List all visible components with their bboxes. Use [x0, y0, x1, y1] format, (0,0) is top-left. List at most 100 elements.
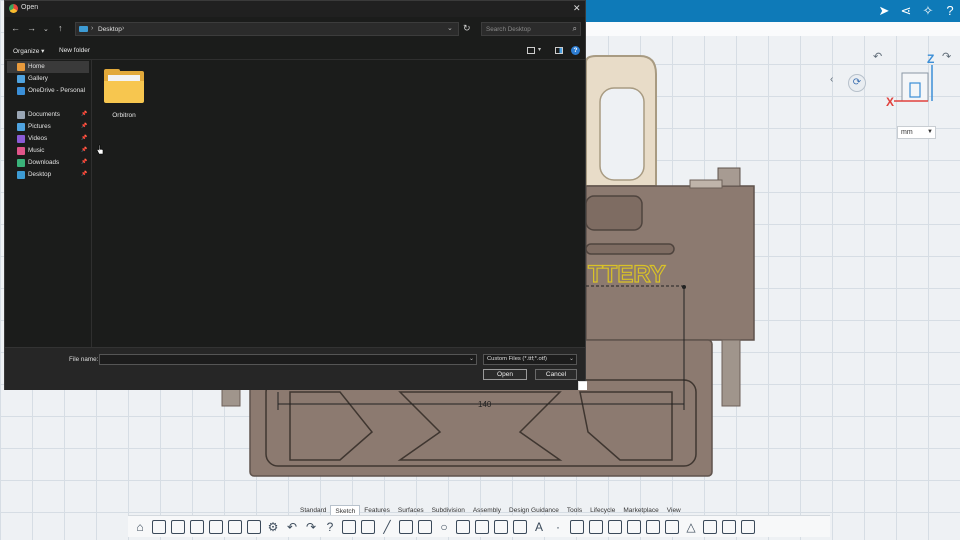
model-groove: [585, 243, 675, 255]
undo-tool-icon[interactable]: ↶: [285, 520, 299, 534]
line-tool-icon[interactable]: ╱: [380, 520, 394, 534]
navigation-pane: Home Gallery OneDrive - Personal Documents 📌…: [5, 59, 92, 347]
sidebar-item-label: Videos: [28, 135, 48, 142]
up-arrow-icon[interactable]: ↑: [58, 23, 63, 33]
model-clip: [689, 179, 723, 189]
dimension-label: 140: [478, 400, 492, 409]
resize-grip[interactable]: [578, 381, 587, 390]
chevron-right-icon[interactable]: ›: [122, 25, 124, 32]
view-mode-icon[interactable]: [527, 47, 535, 54]
sidebar-item-music[interactable]: Music 📌: [7, 145, 89, 157]
search-input[interactable]: Search Desktop: [486, 26, 531, 33]
recent-locations-icon[interactable]: ⌄: [43, 25, 49, 33]
cancel-button[interactable]: Cancel: [535, 369, 577, 380]
back-arrow-icon[interactable]: ←: [11, 23, 20, 33]
dialog-title-bar[interactable]: Open ✕: [5, 1, 585, 17]
file-list[interactable]: Orbitron: [92, 59, 585, 347]
sidebar-item-label: Music: [28, 147, 45, 154]
sidebar-item-videos[interactable]: Videos 📌: [7, 133, 89, 145]
home-icon: [17, 63, 25, 71]
search-icon[interactable]: ⌕: [573, 24, 577, 34]
help-icon[interactable]: ?: [571, 46, 580, 55]
view-cube[interactable]: Z X: [880, 52, 940, 115]
sidebar-item-label: Gallery: [28, 75, 48, 82]
organize-button[interactable]: Organize ▾: [13, 47, 44, 55]
box-tool-icon[interactable]: [152, 519, 166, 534]
dialog-footer: File name: ⌄ Custom Files (*.ttf;*.otf) …: [5, 347, 587, 390]
help-tool-icon[interactable]: ?: [323, 520, 337, 534]
inspect-tool-icon[interactable]: [741, 519, 755, 534]
close-icon[interactable]: ✕: [573, 3, 581, 14]
point-tool-icon[interactable]: ·: [551, 520, 565, 534]
sidebar-item-home[interactable]: Home: [7, 61, 89, 73]
rotate-left-icon[interactable]: ↶: [873, 50, 882, 63]
offset-tool-icon[interactable]: [627, 519, 641, 534]
save-as-tool-icon[interactable]: [209, 519, 223, 534]
sidebar-item-label: OneDrive - Personal: [28, 87, 86, 94]
slot-tool-icon[interactable]: [513, 519, 527, 534]
settings-tool-icon[interactable]: ⚙: [266, 520, 280, 534]
file-name-input[interactable]: ⌄: [99, 354, 477, 365]
videos-icon: [17, 135, 25, 143]
cloud-icon: [17, 87, 25, 95]
chamfer-tool-icon[interactable]: [608, 519, 622, 534]
chevron-down-icon[interactable]: ▾: [538, 46, 541, 53]
project-tool-icon[interactable]: [646, 519, 660, 534]
search-box[interactable]: Search Desktop ⌕: [481, 22, 581, 36]
polygon-tool-icon[interactable]: [456, 519, 470, 534]
spline-tool-icon[interactable]: [494, 519, 508, 534]
rectangle-tool-icon[interactable]: [399, 519, 413, 534]
orbit-icon[interactable]: ⟳: [848, 74, 866, 92]
command-bar: Organize ▾ New folder ▾ ?: [5, 43, 585, 60]
open-button[interactable]: Open: [483, 369, 527, 380]
trim-tool-icon[interactable]: [570, 519, 584, 534]
file-type-value: Custom Files (*.ttf;*.otf): [487, 356, 547, 362]
triangle-tool-icon[interactable]: △: [684, 520, 698, 534]
import-tool-icon[interactable]: [247, 519, 261, 534]
model-embossed-text: TTERY: [588, 261, 666, 288]
sidebar-item-onedrive-personal[interactable]: OneDrive - Personal: [7, 85, 89, 97]
new-folder-button[interactable]: New folder: [59, 47, 90, 54]
rotate-right-icon[interactable]: ↷: [942, 50, 951, 63]
pin-icon: 📌: [81, 111, 88, 117]
chevron-down-icon: ▼: [927, 129, 933, 135]
collapse-arrow-icon[interactable]: ‹: [830, 74, 833, 85]
folder-item[interactable]: Orbitron: [102, 69, 146, 121]
mirror-tool-icon[interactable]: [665, 519, 679, 534]
text-tool-icon[interactable]: A: [532, 520, 546, 534]
revolve-tool-icon[interactable]: [722, 519, 736, 534]
address-path[interactable]: Desktop: [98, 26, 122, 33]
forward-arrow-icon[interactable]: →: [27, 23, 36, 33]
circle-tool-icon[interactable]: ○: [437, 520, 451, 534]
sidebar-item-label: Desktop: [28, 171, 52, 178]
organize-label: Organize: [13, 48, 40, 55]
pin-icon: 📌: [81, 159, 88, 165]
extrude-tool-icon[interactable]: [703, 519, 717, 534]
export-tool-icon[interactable]: [228, 519, 242, 534]
pin-icon: 📌: [81, 123, 88, 129]
chevron-down-icon[interactable]: ⌄: [447, 24, 453, 32]
unit-value: mm: [901, 129, 913, 136]
unit-select[interactable]: mm ▼: [897, 126, 936, 139]
sidebar-item-desktop[interactable]: Desktop 📌: [7, 169, 89, 181]
refresh-icon[interactable]: ↻: [463, 23, 471, 34]
handle-cutout: [599, 87, 645, 181]
cube-tool-icon[interactable]: [171, 519, 185, 534]
chevron-down-icon[interactable]: ⌄: [469, 355, 474, 362]
ellipse-tool-icon[interactable]: [475, 519, 489, 534]
preview-pane-icon[interactable]: [555, 47, 563, 54]
address-bar[interactable]: › Desktop › ⌄: [75, 22, 459, 36]
arc-tool-icon[interactable]: [418, 519, 432, 534]
sidebar-item-documents[interactable]: Documents 📌: [7, 109, 89, 121]
file-type-filter[interactable]: Custom Files (*.ttf;*.otf) ⌄: [483, 354, 577, 365]
chevron-right-icon: ›: [91, 25, 94, 32]
sidebar-item-pictures[interactable]: Pictures 📌: [7, 121, 89, 133]
sketch-table-tool-icon[interactable]: [342, 519, 356, 534]
sidebar-item-gallery[interactable]: Gallery: [7, 73, 89, 85]
fillet-tool-icon[interactable]: [589, 519, 603, 534]
save-tool-icon[interactable]: [190, 519, 204, 534]
redo-tool-icon[interactable]: ↷: [304, 520, 318, 534]
sidebar-item-downloads[interactable]: Downloads 📌: [7, 157, 89, 169]
pen-tool-icon[interactable]: [361, 519, 375, 534]
home-tool-icon[interactable]: ⌂: [133, 520, 147, 534]
